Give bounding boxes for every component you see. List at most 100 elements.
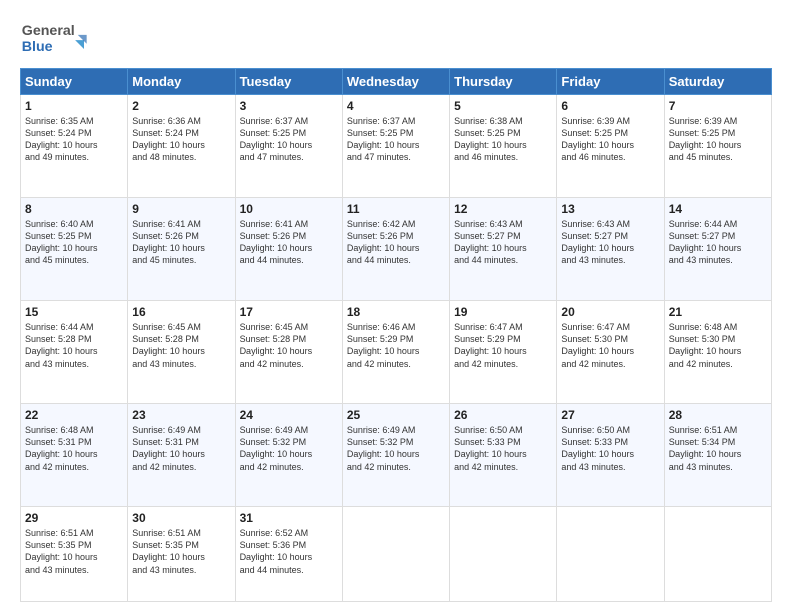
weekday-header-monday: Monday	[128, 69, 235, 95]
calendar-cell: 18 Sunrise: 6:46 AM Sunset: 5:29 PM Dayli…	[342, 301, 449, 404]
day-number: 15	[25, 305, 123, 319]
day-info: Sunrise: 6:47 AM Sunset: 5:29 PM Dayligh…	[454, 321, 552, 370]
day-info: Sunrise: 6:52 AM Sunset: 5:36 PM Dayligh…	[240, 527, 338, 576]
calendar-cell: 19Sunrise: 6:47 AM Sunset: 5:29 PM Dayli…	[450, 301, 557, 404]
day-info: Sunrise: 6:51 AM Sunset: 5:35 PM Dayligh…	[132, 527, 230, 576]
weekday-header-wednesday: Wednesday	[342, 69, 449, 95]
day-number: 13	[561, 202, 659, 216]
weekday-header-saturday: Saturday	[664, 69, 771, 95]
calendar-cell: 3 Sunrise: 6:37 AM Sunset: 5:25 PM Daylig…	[235, 95, 342, 198]
day-info: Sunrise: 6:45 AM Sunset: 5:28 PM Dayligh…	[240, 321, 338, 370]
calendar-week-3: 15 Sunrise: 6:44 AM Sunset: 5:28 PM Dayli…	[21, 301, 772, 404]
day-info: Sunrise: 6:36 AM Sunset: 5:24 PM Dayligh…	[132, 115, 230, 164]
day-info: Sunrise: 6:45 AM Sunset: 5:28 PM Dayligh…	[132, 321, 230, 370]
calendar-cell: 1Sunrise: 6:35 AM Sunset: 5:24 PM Daylig…	[21, 95, 128, 198]
weekday-header-sunday: Sunday	[21, 69, 128, 95]
calendar-cell: 24Sunrise: 6:49 AM Sunset: 5:32 PM Dayli…	[235, 404, 342, 507]
calendar-cell: 16Sunrise: 6:45 AM Sunset: 5:28 PM Dayli…	[128, 301, 235, 404]
day-number: 31	[240, 511, 338, 525]
day-number: 30	[132, 511, 230, 525]
day-info: Sunrise: 6:46 AM Sunset: 5:29 PM Dayligh…	[347, 321, 445, 370]
calendar-table: SundayMondayTuesdayWednesdayThursdayFrid…	[20, 68, 772, 602]
logo: General Blue	[20, 15, 100, 60]
day-number: 4	[347, 99, 445, 113]
calendar-week-5: 29Sunrise: 6:51 AM Sunset: 5:35 PM Dayli…	[21, 507, 772, 602]
calendar-cell: 12 Sunrise: 6:43 AM Sunset: 5:27 PM Dayli…	[450, 198, 557, 301]
calendar-cell: 25Sunrise: 6:49 AM Sunset: 5:32 PM Dayli…	[342, 404, 449, 507]
day-number: 2	[132, 99, 230, 113]
day-info: Sunrise: 6:50 AM Sunset: 5:33 PM Dayligh…	[561, 424, 659, 473]
day-info: Sunrise: 6:37 AM Sunset: 5:25 PM Dayligh…	[347, 115, 445, 164]
day-number: 12	[454, 202, 552, 216]
day-number: 5	[454, 99, 552, 113]
svg-text:Blue: Blue	[22, 39, 53, 55]
calendar-cell: 28Sunrise: 6:51 AM Sunset: 5:34 PM Dayli…	[664, 404, 771, 507]
day-info: Sunrise: 6:49 AM Sunset: 5:32 PM Dayligh…	[347, 424, 445, 473]
header: General Blue	[20, 15, 772, 60]
calendar-cell: 2 Sunrise: 6:36 AM Sunset: 5:24 PM Daylig…	[128, 95, 235, 198]
weekday-header-friday: Friday	[557, 69, 664, 95]
day-info: Sunrise: 6:42 AM Sunset: 5:26 PM Dayligh…	[347, 218, 445, 267]
calendar-cell: 6 Sunrise: 6:39 AM Sunset: 5:25 PM Daylig…	[557, 95, 664, 198]
day-number: 26	[454, 408, 552, 422]
svg-text:General: General	[22, 23, 75, 39]
calendar-cell: 14 Sunrise: 6:44 AM Sunset: 5:27 PM Dayli…	[664, 198, 771, 301]
calendar-cell	[557, 507, 664, 602]
day-number: 21	[669, 305, 767, 319]
day-info: Sunrise: 6:35 AM Sunset: 5:24 PM Dayligh…	[25, 115, 123, 164]
calendar-cell: 21 Sunrise: 6:48 AM Sunset: 5:30 PM Dayli…	[664, 301, 771, 404]
day-number: 17	[240, 305, 338, 319]
calendar-cell: 22 Sunrise: 6:48 AM Sunset: 5:31 PM Dayli…	[21, 404, 128, 507]
day-info: Sunrise: 6:41 AM Sunset: 5:26 PM Dayligh…	[240, 218, 338, 267]
day-number: 6	[561, 99, 659, 113]
day-number: 22	[25, 408, 123, 422]
day-info: Sunrise: 6:48 AM Sunset: 5:30 PM Dayligh…	[669, 321, 767, 370]
day-info: Sunrise: 6:39 AM Sunset: 5:25 PM Dayligh…	[669, 115, 767, 164]
calendar-cell: 26 Sunrise: 6:50 AM Sunset: 5:33 PM Dayli…	[450, 404, 557, 507]
day-info: Sunrise: 6:44 AM Sunset: 5:28 PM Dayligh…	[25, 321, 123, 370]
day-number: 3	[240, 99, 338, 113]
day-info: Sunrise: 6:43 AM Sunset: 5:27 PM Dayligh…	[454, 218, 552, 267]
day-info: Sunrise: 6:48 AM Sunset: 5:31 PM Dayligh…	[25, 424, 123, 473]
day-info: Sunrise: 6:39 AM Sunset: 5:25 PM Dayligh…	[561, 115, 659, 164]
calendar-cell	[664, 507, 771, 602]
calendar-cell	[450, 507, 557, 602]
day-number: 24	[240, 408, 338, 422]
calendar-cell: 11 Sunrise: 6:42 AM Sunset: 5:26 PM Dayli…	[342, 198, 449, 301]
calendar-cell: 30 Sunrise: 6:51 AM Sunset: 5:35 PM Dayli…	[128, 507, 235, 602]
day-number: 7	[669, 99, 767, 113]
calendar-cell: 9 Sunrise: 6:41 AM Sunset: 5:26 PM Daylig…	[128, 198, 235, 301]
day-number: 11	[347, 202, 445, 216]
day-number: 23	[132, 408, 230, 422]
calendar-week-2: 8 Sunrise: 6:40 AM Sunset: 5:25 PM Daylig…	[21, 198, 772, 301]
weekday-header-tuesday: Tuesday	[235, 69, 342, 95]
day-info: Sunrise: 6:50 AM Sunset: 5:33 PM Dayligh…	[454, 424, 552, 473]
calendar-cell: 20Sunrise: 6:47 AM Sunset: 5:30 PM Dayli…	[557, 301, 664, 404]
calendar-week-1: 1Sunrise: 6:35 AM Sunset: 5:24 PM Daylig…	[21, 95, 772, 198]
logo-svg: General Blue	[20, 15, 100, 60]
calendar-cell: 31 Sunrise: 6:52 AM Sunset: 5:36 PM Dayli…	[235, 507, 342, 602]
calendar-cell: 17 Sunrise: 6:45 AM Sunset: 5:28 PM Dayli…	[235, 301, 342, 404]
calendar-header-row: SundayMondayTuesdayWednesdayThursdayFrid…	[21, 69, 772, 95]
day-number: 14	[669, 202, 767, 216]
weekday-header-thursday: Thursday	[450, 69, 557, 95]
day-info: Sunrise: 6:51 AM Sunset: 5:35 PM Dayligh…	[25, 527, 123, 576]
day-number: 9	[132, 202, 230, 216]
calendar-week-4: 22 Sunrise: 6:48 AM Sunset: 5:31 PM Dayli…	[21, 404, 772, 507]
calendar-cell: 15 Sunrise: 6:44 AM Sunset: 5:28 PM Dayli…	[21, 301, 128, 404]
day-number: 8	[25, 202, 123, 216]
calendar-cell: 27Sunrise: 6:50 AM Sunset: 5:33 PM Dayli…	[557, 404, 664, 507]
calendar-cell: 29Sunrise: 6:51 AM Sunset: 5:35 PM Dayli…	[21, 507, 128, 602]
day-info: Sunrise: 6:44 AM Sunset: 5:27 PM Dayligh…	[669, 218, 767, 267]
day-info: Sunrise: 6:51 AM Sunset: 5:34 PM Dayligh…	[669, 424, 767, 473]
day-info: Sunrise: 6:40 AM Sunset: 5:25 PM Dayligh…	[25, 218, 123, 267]
calendar-cell: 5Sunrise: 6:38 AM Sunset: 5:25 PM Daylig…	[450, 95, 557, 198]
calendar-cell: 13 Sunrise: 6:43 AM Sunset: 5:27 PM Dayli…	[557, 198, 664, 301]
day-info: Sunrise: 6:43 AM Sunset: 5:27 PM Dayligh…	[561, 218, 659, 267]
day-number: 18	[347, 305, 445, 319]
day-info: Sunrise: 6:49 AM Sunset: 5:31 PM Dayligh…	[132, 424, 230, 473]
day-info: Sunrise: 6:37 AM Sunset: 5:25 PM Dayligh…	[240, 115, 338, 164]
calendar-cell: 7 Sunrise: 6:39 AM Sunset: 5:25 PM Daylig…	[664, 95, 771, 198]
day-info: Sunrise: 6:41 AM Sunset: 5:26 PM Dayligh…	[132, 218, 230, 267]
calendar-cell: 8 Sunrise: 6:40 AM Sunset: 5:25 PM Daylig…	[21, 198, 128, 301]
